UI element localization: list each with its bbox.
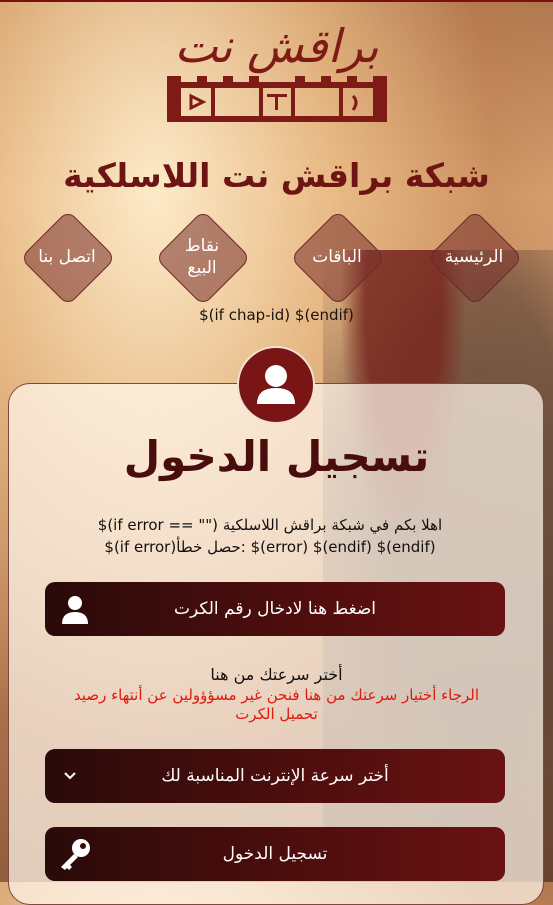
login-title: تسجيل الدخول [123, 432, 430, 481]
speed-heading: أختر سرعتك من هنا [210, 665, 343, 684]
logo-text: براقش نت [174, 19, 379, 73]
brand-logo: براقش نت [0, 18, 553, 126]
login-submit-label: تسجيل الدخول [222, 844, 328, 864]
speed-select[interactable]: أختر سرعة الإنترنت المناسبة لك [45, 749, 505, 803]
top-border [0, 0, 553, 2]
login-message: $(if error == "") اهلا بكم في شبكة براقش… [40, 514, 500, 558]
fort-logo-icon [166, 76, 387, 122]
nav-item-home[interactable] [426, 209, 524, 307]
chevron-down-icon [64, 772, 76, 780]
user-icon [62, 596, 88, 624]
speed-note: أختر سرعتك من هنا الرجاء أختيار سرعتك من… [0, 664, 553, 724]
nav-item-contact[interactable] [19, 209, 117, 307]
user-icon [257, 365, 295, 404]
chap-template-text: $(if chap-id) $(endif) [199, 306, 354, 324]
enter-card-button[interactable]: اضغط هنا لادخال رقم الكرت [45, 582, 505, 636]
main-nav: الرئيسية الباقات نقاط البيع اتصل بنا [0, 209, 553, 312]
speed-select-value: أختر سرعة الإنترنت المناسبة لك [161, 766, 389, 786]
nav-item-packages[interactable] [289, 209, 387, 307]
login-message-line1: $(if error == "") اهلا بكم في شبكة براقش… [97, 516, 443, 534]
avatar [237, 346, 315, 424]
speed-warning: الرجاء أختيار سرعتك من هنا فنحن غير مسؤؤ… [73, 686, 480, 723]
nav-item-sale-points[interactable] [154, 209, 252, 307]
enter-card-label: اضغط هنا لادخال رقم الكرت [173, 599, 377, 619]
network-title: شبكة براقش نت اللاسلكية [63, 156, 490, 195]
login-submit-button[interactable]: تسجيل الدخول [45, 827, 505, 881]
login-message-line2: $(if error)حصل خطأ: $(error) $(endif) $(… [104, 538, 436, 556]
key-icon [61, 839, 90, 870]
